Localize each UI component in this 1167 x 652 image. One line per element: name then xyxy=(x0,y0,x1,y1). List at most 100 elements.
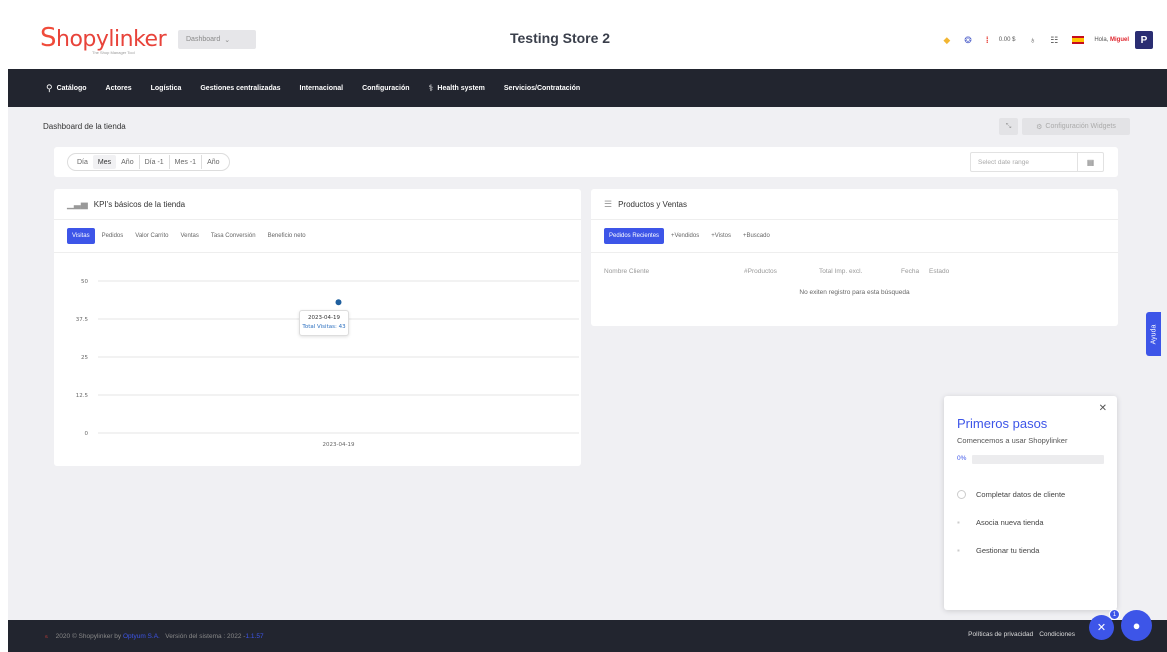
nav-item-actores[interactable]: Actores xyxy=(106,85,132,92)
tab-pedidos-recientes[interactable]: Pedidos Recientes xyxy=(604,228,665,244)
nav-label: Catálogo xyxy=(56,84,87,92)
kpi-card-header: ▁▃▅ KPI's básicos de la tienda xyxy=(54,189,581,220)
range-prev-month[interactable]: Mes -1 xyxy=(168,155,201,169)
products-card-title: Productos y Ventas xyxy=(618,199,688,209)
tooltip-date: 2023-04-19 xyxy=(308,315,340,321)
onboarding-subtitle: Comencemos a usar Shopylinker xyxy=(957,436,1068,445)
table-header: Nombre Cliente #Productos Total Imp. exc… xyxy=(604,268,949,275)
y-tick-label: 37.5 xyxy=(76,317,89,323)
tab-pedidos[interactable]: Pedidos xyxy=(97,228,129,244)
apps-grid-icon[interactable]: ⁞ xyxy=(986,35,989,45)
nav-item-logistica[interactable]: Logística xyxy=(151,85,182,92)
column-header[interactable]: #Productos xyxy=(744,268,819,275)
tab-valor-carrito[interactable]: Valor Carrito xyxy=(130,228,173,244)
company-link[interactable]: Optyum S.A. xyxy=(123,633,160,640)
collapse-button[interactable]: ⤡ xyxy=(999,118,1018,135)
step-item[interactable]: ▪ Gestionar tu tienda xyxy=(957,546,1039,555)
chart-icon[interactable]: ☷ xyxy=(1050,35,1058,46)
close-icon[interactable]: ✕ xyxy=(1099,403,1107,414)
diamond-icon[interactable]: ◆ xyxy=(943,35,950,46)
y-tick-label: 0 xyxy=(85,431,89,437)
nav-label: Logística xyxy=(150,84,182,92)
chevron-down-icon: ⌄ xyxy=(224,36,231,44)
nav-item-servicios[interactable]: Servicios/Contratación xyxy=(504,85,580,92)
chat-button[interactable]: ● xyxy=(1121,610,1152,641)
nav-item-catalogo[interactable]: ⚲ Catálogo xyxy=(46,83,87,94)
widgets-config-label: Configuración Widgets xyxy=(1045,123,1116,130)
nav-label: Configuración xyxy=(362,84,410,92)
tab-beneficio-neto[interactable]: Beneficio neto xyxy=(263,228,311,244)
range-selector: Día Mes Año Día -1 Mes -1 Año xyxy=(67,153,230,171)
column-header[interactable]: Estado xyxy=(929,268,949,275)
onboarding-title: Primeros pasos xyxy=(957,416,1048,431)
visits-chart: 50 37.5 25 12.5 0 2023-04-19 2023-04-19 Total… xyxy=(54,255,581,460)
avatar[interactable]: P xyxy=(1135,31,1153,49)
gift-icon[interactable]: ❂ xyxy=(964,35,972,46)
nav-item-gestiones[interactable]: Gestiones centralizadas xyxy=(200,85,280,92)
privacy-link[interactable]: Políticas de privacidad xyxy=(968,631,1033,638)
kpi-card: ▁▃▅ KPI's básicos de la tienda Visitas P… xyxy=(54,189,581,466)
range-year[interactable]: Año xyxy=(116,155,138,169)
coin-icon[interactable]: ♁ xyxy=(1029,35,1036,45)
widgets-config-button[interactable]: ⚙ Configuración Widgets xyxy=(1022,118,1130,135)
header-tools: ◆ ❂ ⁞ 0.00 $ ♁ ☷ Hola, Miguel P xyxy=(929,29,1153,51)
conditions-link[interactable]: Condiciones xyxy=(1039,631,1075,638)
version-label: Versión del sistema : 2022 - xyxy=(165,632,246,640)
column-header[interactable]: Fecha xyxy=(901,268,929,275)
tab-tasa-conversion[interactable]: Tasa Conversión xyxy=(206,228,261,244)
range-month[interactable]: Mes xyxy=(92,155,117,169)
help-tab[interactable]: Ayuda xyxy=(1146,312,1161,356)
nav-label: Servicios/Contratación xyxy=(503,84,581,92)
step-label: Asocia nueva tienda xyxy=(976,518,1044,527)
calendar-icon[interactable]: ▦ xyxy=(1077,153,1103,171)
y-tick-label: 12.5 xyxy=(76,393,89,399)
step-label: Gestionar tu tienda xyxy=(976,546,1040,555)
step-item[interactable]: ▪ Asocia nueva tienda xyxy=(957,518,1044,527)
column-header[interactable]: Total Imp. excl. xyxy=(819,268,901,275)
products-card: ☰ Productos y Ventas Pedidos Recientes +… xyxy=(591,189,1118,326)
nav-item-configuracion[interactable]: Configuración xyxy=(362,85,409,92)
y-tick-label: 50 xyxy=(81,279,88,285)
tab-mas-vendidos[interactable]: +Vendidos xyxy=(666,228,704,244)
products-card-header: ☰ Productos y Ventas xyxy=(591,189,1118,220)
chat-bubble-icon: ● xyxy=(1132,618,1141,633)
tab-ventas[interactable]: Ventas xyxy=(176,228,204,244)
step-item[interactable]: Completar datos de cliente xyxy=(957,490,1065,499)
shopylinker-logo[interactable]: Shopylinker xyxy=(40,23,167,53)
column-header[interactable]: Nombre Cliente xyxy=(604,268,744,275)
date-range-input[interactable]: Select date range ▦ xyxy=(970,152,1104,172)
step-label: Completar datos de cliente xyxy=(976,490,1066,499)
lock-icon: ▪ xyxy=(957,518,960,527)
x-tick-label: 2023-04-19 xyxy=(323,442,355,448)
spain-flag-icon[interactable] xyxy=(1072,36,1085,44)
version-number: 1.1.57 xyxy=(245,632,264,640)
date-range-placeholder: Select date range xyxy=(978,158,1029,166)
logo-s: S xyxy=(40,23,57,53)
visits-chart-svg: 50 37.5 25 12.5 0 2023-04-19 xyxy=(76,279,579,448)
range-prev-day[interactable]: Día -1 xyxy=(138,155,169,169)
progress-bar xyxy=(972,455,1104,464)
y-tick-label: 25 xyxy=(81,355,88,361)
nav-item-health-system[interactable]: ⚕ Health system xyxy=(429,83,485,94)
kpi-card-title: KPI's básicos de la tienda xyxy=(93,199,186,209)
store-title: Testing Store 2 xyxy=(510,30,611,46)
chart-tooltip: 2023-04-19 Total Visitas: 43 xyxy=(299,310,349,336)
nav-label: Actores xyxy=(105,84,132,92)
greeting-text: Hola, xyxy=(1094,37,1110,43)
dashboard-select[interactable]: Dashboard ⌄ xyxy=(178,30,256,49)
footer-logo: S xyxy=(45,633,48,639)
range-day[interactable]: Día xyxy=(72,155,93,169)
footer-copyright: 2020 © Shopylinker by Optyum S.A. Versió… xyxy=(56,633,264,640)
onboarding-panel: ✕ Primeros pasos Comencemos a usar Shopy… xyxy=(944,396,1117,610)
data-point[interactable] xyxy=(335,299,342,306)
tab-mas-buscado[interactable]: +Buscado xyxy=(738,228,775,244)
catalog-icon: ⚲ xyxy=(46,82,53,93)
nav-item-internacional[interactable]: Internacional xyxy=(300,85,344,92)
range-prev-year[interactable]: Año xyxy=(201,155,224,169)
tab-visitas[interactable]: Visitas xyxy=(67,228,95,244)
tab-mas-vistos[interactable]: +Vistos xyxy=(706,228,736,244)
balance-amount[interactable]: 0.00 $ xyxy=(999,37,1016,43)
products-tabs: Pedidos Recientes +Vendidos +Vistos +Bus… xyxy=(591,220,1118,253)
user-greeting[interactable]: Hola, Miguel xyxy=(1094,37,1129,43)
gear-icon: ⚙ xyxy=(1036,123,1043,131)
